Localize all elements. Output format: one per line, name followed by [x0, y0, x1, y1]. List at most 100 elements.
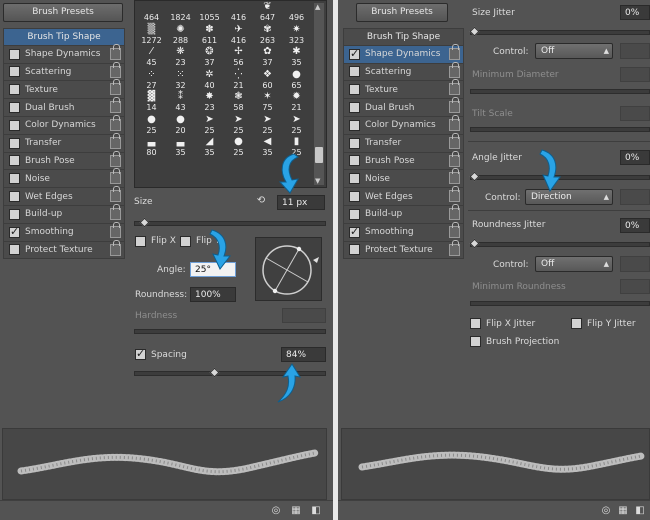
lock-icon[interactable] [449, 43, 460, 60]
sidebar-item-brush-tip-shape[interactable]: Brush Tip Shape [343, 28, 464, 46]
brush-tip-cell[interactable]: ➤ 25 [282, 114, 311, 137]
brush-tip-cell[interactable]: ✹ 21 [282, 91, 311, 114]
sidebar-item-transfer[interactable]: Transfer [343, 132, 464, 153]
sidebar-item-brush-tip-shape[interactable]: Brush Tip Shape [3, 28, 125, 46]
lock-icon[interactable] [110, 114, 121, 131]
brush-tip-cell[interactable]: ⁛ 21 [224, 69, 253, 92]
checkbox[interactable] [349, 102, 360, 114]
flip-x-jitter-checkbox[interactable] [470, 318, 481, 329]
sidebar-item-brush-pose[interactable]: Brush Pose [343, 150, 464, 171]
brush-tip-cell[interactable]: 496 [282, 1, 311, 24]
spacing-slider-knob[interactable] [209, 367, 220, 378]
flip-y-checkbox[interactable] [180, 236, 191, 247]
sidebar-item-build-up[interactable]: Build-up [343, 203, 464, 224]
brush-tip-cell[interactable]: ⁘ 27 [137, 69, 166, 92]
grid-icon[interactable]: ▦ [290, 505, 302, 517]
sidebar-item-brush-pose[interactable]: Brush Pose [3, 150, 125, 171]
lock-icon[interactable] [110, 168, 121, 185]
lock-icon[interactable] [449, 203, 460, 220]
size-slider[interactable] [134, 217, 326, 228]
brush-tip-cell[interactable]: ❖ 60 [253, 69, 282, 92]
lock-icon[interactable] [449, 61, 460, 78]
size-jitter-slider[interactable] [469, 26, 650, 37]
lock-icon[interactable] [110, 239, 121, 256]
brush-tip-cell[interactable]: ⁑ 43 [166, 91, 195, 114]
checkbox[interactable] [349, 119, 360, 131]
sidebar-item-color-dynamics[interactable]: Color Dynamics [343, 114, 464, 135]
sidebar-item-build-up[interactable]: Build-up [3, 203, 125, 224]
checkbox[interactable] [349, 191, 360, 203]
brush-tip-cell[interactable]: ❃ 58 [224, 91, 253, 114]
brush-tip-cell[interactable]: ➤ 25 [224, 114, 253, 137]
brush-tip-cell[interactable]: ✈ 416 [224, 24, 253, 47]
lock-icon[interactable] [449, 132, 460, 149]
sidebar-item-wet-edges[interactable]: Wet Edges [3, 186, 125, 206]
size-field[interactable]: 11 px [277, 195, 325, 210]
checkbox[interactable] [349, 244, 360, 256]
size-jitter-field[interactable]: 0% [620, 5, 650, 20]
brush-tip-cell[interactable]: 1824 [166, 1, 195, 24]
lock-icon[interactable] [110, 132, 121, 149]
lock-icon[interactable] [449, 186, 460, 203]
checkbox[interactable] [9, 155, 20, 167]
checkbox[interactable] [9, 102, 20, 114]
checkbox[interactable] [349, 155, 360, 167]
brush-tip-cell[interactable]: 416 [224, 1, 253, 24]
size-slider-knob[interactable] [139, 217, 150, 228]
brush-tip-cell[interactable]: ✿ 37 [253, 46, 282, 69]
sidebar-item-dual-brush[interactable]: Dual Brush [343, 97, 464, 117]
checkbox[interactable] [349, 208, 360, 220]
checkbox[interactable] [349, 137, 360, 149]
spacing-checkbox[interactable] [135, 347, 146, 360]
checkbox[interactable] [349, 173, 360, 185]
brush-tip-cell[interactable]: ▒ 1272 [137, 24, 166, 47]
scroll-down-icon[interactable]: ▼ [315, 177, 320, 185]
brush-tip-cell[interactable]: 464 [137, 1, 166, 24]
checkbox[interactable] [349, 84, 360, 96]
brush-tip-cell[interactable]: ✶ 75 [253, 91, 282, 114]
size-jitter-knob[interactable] [469, 26, 480, 37]
brush-tip-cell[interactable]: ▃ 35 [166, 136, 195, 159]
lock-icon[interactable] [449, 221, 460, 238]
checkbox[interactable] [349, 47, 360, 60]
checkbox[interactable] [9, 84, 20, 96]
brush-tip-cell[interactable]: ✷ 323 [282, 24, 311, 47]
sidebar-item-transfer[interactable]: Transfer [3, 132, 125, 153]
brush-tip-cell[interactable]: 1055 [195, 1, 224, 24]
lock-icon[interactable] [110, 97, 121, 114]
control-select-3[interactable]: Off ▲ [535, 256, 613, 272]
lock-icon[interactable] [449, 79, 460, 96]
sidebar-item-scattering[interactable]: Scattering [3, 61, 125, 82]
scroll-up-icon[interactable]: ▲ [315, 3, 320, 11]
flip-x-checkbox[interactable] [135, 236, 146, 247]
sidebar-item-dual-brush[interactable]: Dual Brush [3, 97, 125, 117]
lock-icon[interactable] [110, 221, 121, 238]
brush-tip-cell[interactable]: ◢ 35 [195, 136, 224, 159]
checkbox[interactable] [9, 225, 20, 238]
brush-tip-cell[interactable]: ✢ 56 [224, 46, 253, 69]
lock-icon[interactable] [449, 239, 460, 256]
spacing-field[interactable]: 84% [281, 347, 326, 362]
sidebar-item-protect-texture[interactable]: Protect Texture [3, 239, 125, 260]
grid-icon[interactable]: ▦ [617, 505, 629, 517]
lock-icon[interactable] [449, 168, 460, 185]
checkbox[interactable] [9, 244, 20, 256]
checkbox[interactable] [9, 173, 20, 185]
control-select-1[interactable]: Off ▲ [535, 43, 613, 59]
brush-tip-cell[interactable]: ● 25 [137, 114, 166, 137]
sidebar-item-protect-texture[interactable]: Protect Texture [343, 239, 464, 260]
brush-tip-cell[interactable]: ✺ 288 [166, 24, 195, 47]
lock-icon[interactable] [449, 150, 460, 167]
roundness-jitter-knob[interactable] [469, 238, 480, 249]
checkbox[interactable] [9, 119, 20, 131]
new-preset-icon[interactable]: ◧ [310, 505, 322, 517]
lock-icon[interactable] [110, 61, 121, 78]
sidebar-item-smoothing[interactable]: Smoothing [3, 221, 125, 242]
sidebar-item-shape-dynamics[interactable]: Shape Dynamics [3, 43, 125, 64]
angle-dial-icon[interactable] [256, 238, 323, 302]
sidebar-item-texture[interactable]: Texture [3, 79, 125, 100]
sidebar-item-color-dynamics[interactable]: Color Dynamics [3, 114, 125, 135]
lock-icon[interactable] [110, 79, 121, 96]
lock-icon[interactable] [449, 114, 460, 131]
checkbox[interactable] [9, 66, 20, 78]
